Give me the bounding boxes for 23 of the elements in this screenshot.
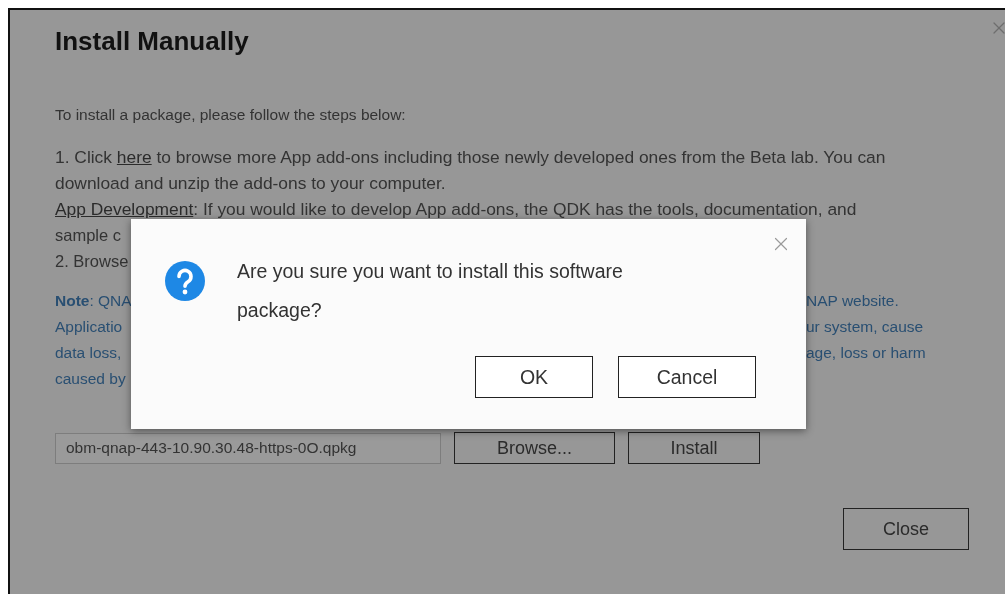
here-link[interactable]: here xyxy=(116,147,152,167)
app-development-link[interactable]: App Development xyxy=(55,199,194,219)
note-text: age, loss or harm xyxy=(806,343,927,363)
cancel-button[interactable]: Cancel xyxy=(618,356,756,398)
note-text: Note: QNA xyxy=(55,291,131,311)
step-text: 2. Browse xyxy=(55,251,130,272)
question-icon xyxy=(165,261,205,301)
step-text: sample c xyxy=(55,225,123,246)
confirm-message: Are you sure you want to install this software package? xyxy=(237,259,624,323)
note-text: Applicatio xyxy=(55,317,124,337)
browse-button[interactable]: Browse... xyxy=(454,432,615,464)
install-button[interactable]: Install xyxy=(628,432,760,464)
note-text: NAP website. xyxy=(806,291,900,311)
step-text: 1. Click here to browse more App add-ons including those newly developed ones from the Beta lab. You can download and unzip the add-ons to your computer. xyxy=(55,146,887,195)
note-text: data loss, xyxy=(55,343,123,363)
window-title: Install Manually xyxy=(55,25,249,58)
close-button[interactable]: Close xyxy=(843,508,969,550)
note-text: ur system, cause xyxy=(806,317,925,337)
app-development-text: App Development: If you would like to develop App add-ons, the QDK has the tools, documentation, and xyxy=(55,198,858,221)
note-text: caused by xyxy=(55,369,127,389)
file-path-field[interactable]: obm-qnap-443-10.90.30.48-https-0O.qpkg xyxy=(55,432,441,464)
ok-button[interactable]: OK xyxy=(475,356,593,398)
intro-text: To install a package, please follow the steps below: xyxy=(55,105,407,125)
